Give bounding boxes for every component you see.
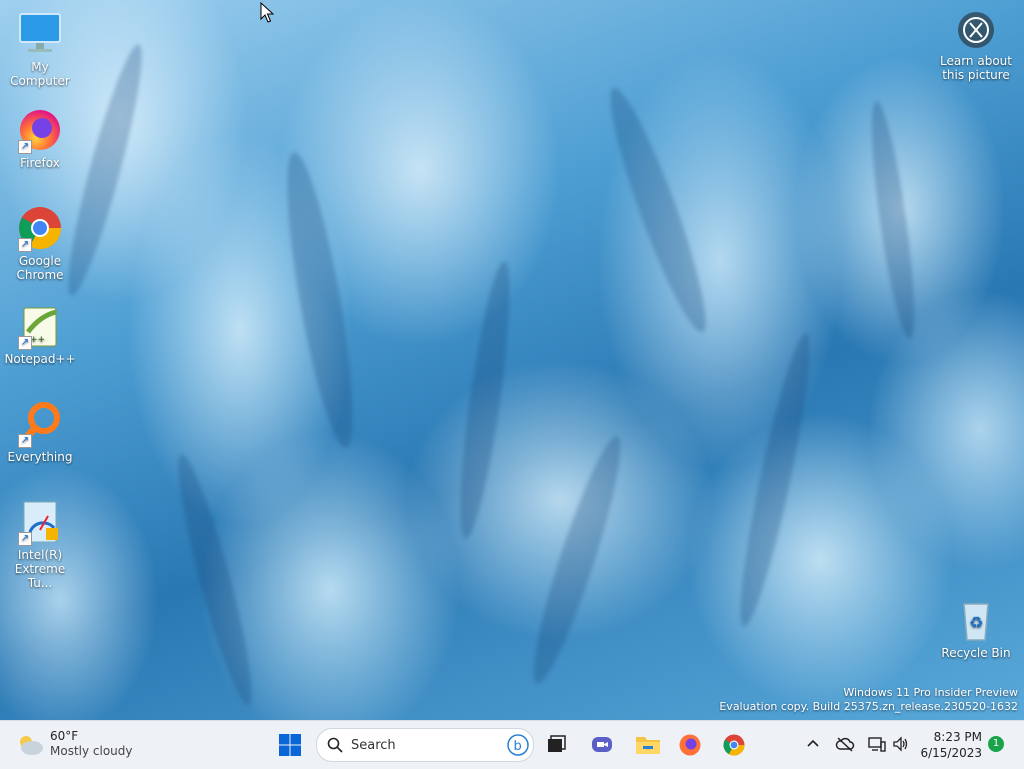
build-watermark: Windows 11 Pro Insider Preview Evaluatio…: [719, 686, 1018, 714]
intel-xtu-icon: ↗: [16, 498, 64, 546]
task-view-button[interactable]: [540, 729, 572, 761]
magnifier-icon: ↗: [16, 400, 64, 448]
speaker-icon: [893, 736, 908, 752]
clock-time: 8:23 PM: [933, 730, 982, 744]
network-tray[interactable]: [866, 733, 888, 755]
watermark-edition: Windows 11 Pro Insider Preview: [843, 686, 1018, 699]
svg-text:b: b: [514, 739, 522, 754]
desktop-icon-intel-extreme-tuning[interactable]: ↗ Intel(R) Extreme Tu...: [0, 498, 80, 590]
desktop-icon-label: Everything: [7, 450, 73, 464]
search-placeholder: Search: [351, 737, 396, 753]
weather-widget[interactable]: 60°F Mostly cloudy: [16, 729, 133, 759]
notepad-plus-plus-icon: ++ ↗: [16, 302, 64, 350]
windows-logo-icon: [279, 734, 301, 756]
onedrive-tray[interactable]: [834, 733, 856, 755]
taskbar: 60°F Mostly cloudy Search b 8:23 PM 6/15…: [0, 720, 1024, 769]
desktop-icon-label: Google Chrome: [16, 254, 64, 282]
desktop-wallpaper: [0, 0, 1024, 720]
desktop-icon-recycle-bin[interactable]: ♻ Recycle Bin: [936, 596, 1016, 660]
task-view-icon: [548, 735, 566, 752]
video-chat-icon: [592, 737, 612, 752]
show-hidden-icons-button[interactable]: [802, 733, 824, 755]
chrome-icon: ↗: [16, 204, 64, 252]
desktop-icon-label: Intel(R) Extreme Tu...: [14, 548, 66, 590]
desktop-icon-label: Notepad++: [4, 352, 76, 366]
desktop-icon-everything[interactable]: ↗ Everything: [0, 400, 80, 464]
taskbar-chrome-button[interactable]: [718, 729, 750, 761]
watermark-build: Evaluation copy. Build 25375.zn_release.…: [719, 700, 1018, 713]
mouse-cursor-icon: [260, 2, 274, 23]
learn-about-label: Learn about this picture: [940, 54, 1012, 82]
monitor-icon: [16, 10, 64, 58]
svg-text:++: ++: [30, 335, 45, 345]
bing-icon[interactable]: b: [507, 734, 529, 756]
firefox-icon: ↗: [16, 106, 64, 154]
network-icon: [868, 737, 886, 752]
desktop-icon-label: My Computer: [10, 60, 70, 88]
desktop-icon-google-chrome[interactable]: ↗ Google Chrome: [0, 204, 80, 282]
desktop-icon-label: Recycle Bin: [941, 646, 1011, 660]
notification-badge[interactable]: 1: [988, 736, 1004, 752]
taskbar-clock[interactable]: 8:23 PM 6/15/2023: [920, 729, 982, 761]
start-button[interactable]: [274, 729, 306, 761]
desktop-icon-my-computer[interactable]: My Computer: [0, 10, 80, 88]
desktop-icon-notepad-plus-plus[interactable]: ++ ↗ Notepad++: [0, 302, 80, 366]
search-icon: [327, 737, 343, 753]
learn-about-picture[interactable]: Learn about this picture: [936, 12, 1016, 82]
clock-date: 6/15/2023: [920, 746, 982, 760]
weather-description: Mostly cloudy: [50, 744, 133, 758]
weather-temperature: 60°F: [50, 729, 79, 743]
cloud-icon: [20, 736, 43, 755]
taskbar-search-box[interactable]: Search b: [316, 728, 534, 762]
cloud-off-icon: [835, 737, 855, 752]
folder-icon: [636, 737, 660, 754]
meet-button[interactable]: [586, 729, 618, 761]
desktop-icon-label: Firefox: [20, 156, 60, 170]
taskbar-firefox-button[interactable]: [674, 729, 706, 761]
desktop-icon-firefox[interactable]: ↗ Firefox: [0, 106, 80, 170]
chrome-icon: [723, 734, 745, 756]
camera-icon: [958, 12, 994, 48]
chevron-up-icon: [807, 739, 819, 747]
volume-tray[interactable]: [890, 733, 912, 755]
recycle-bin-icon: ♻: [952, 596, 1000, 644]
svg-text:♻: ♻: [969, 613, 983, 632]
file-explorer-button[interactable]: [632, 729, 664, 761]
firefox-icon: [679, 734, 701, 756]
